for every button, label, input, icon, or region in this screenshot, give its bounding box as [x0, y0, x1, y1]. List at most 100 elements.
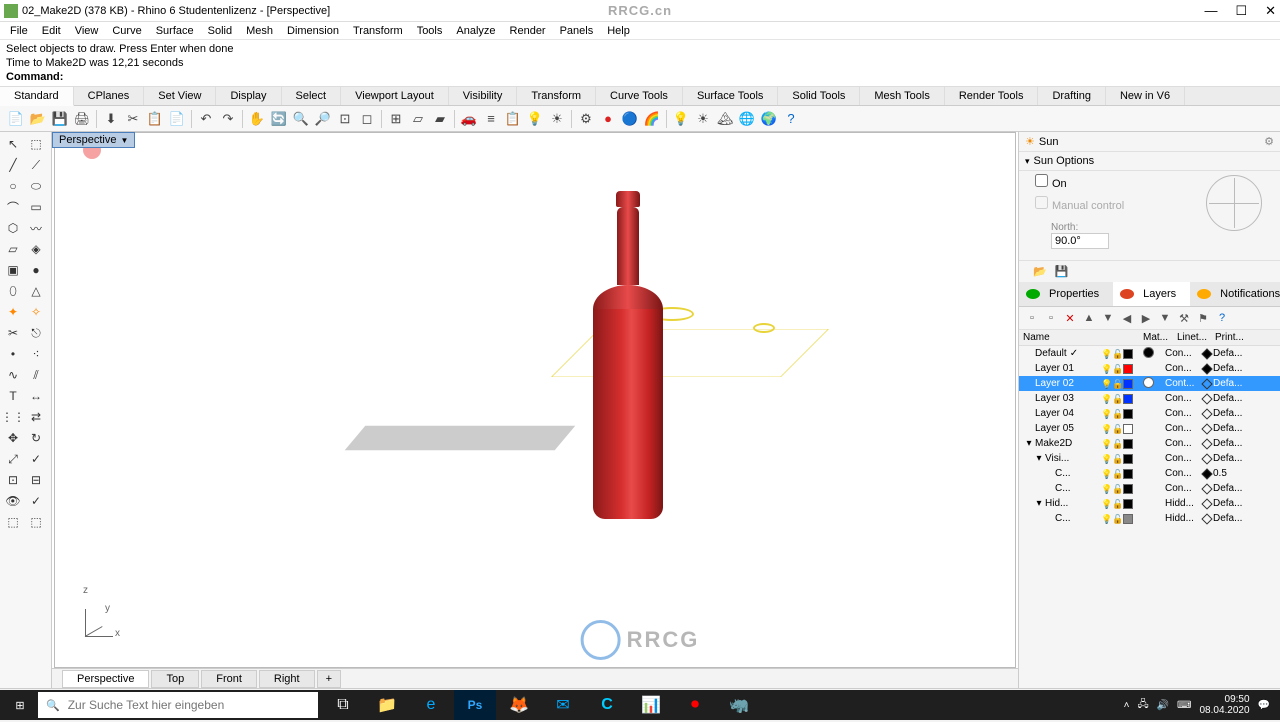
lasso-icon[interactable]: ⬚ — [25, 134, 47, 154]
join-icon[interactable]: ✧ — [25, 302, 47, 322]
polyline-icon[interactable]: ⟋ — [25, 155, 47, 175]
misc2-icon[interactable]: ⬚ — [25, 512, 47, 532]
scale-icon[interactable]: ⤢ — [2, 449, 24, 469]
filter-icon[interactable]: ▼ — [1157, 310, 1173, 326]
layers-icon[interactable]: ≡ — [481, 109, 501, 129]
tab-viewportlayout[interactable]: Viewport Layout — [341, 87, 449, 105]
named-cplane-icon[interactable]: ▰ — [430, 109, 450, 129]
undo-icon[interactable]: ↶ — [196, 109, 216, 129]
sun-header[interactable]: ☀ Sun ⚙ — [1019, 132, 1280, 152]
tray-lang[interactable]: ⌨ — [1177, 700, 1191, 711]
layer-row[interactable]: ▾Make2D💡🔓Con...Defa... — [1019, 436, 1280, 451]
tab-standard[interactable]: Standard — [0, 87, 74, 106]
tween-icon[interactable]: ∿ — [2, 365, 24, 385]
zoom-extents-icon[interactable]: 🔎 — [313, 109, 333, 129]
explode-icon[interactable]: ✦ — [2, 302, 24, 322]
prev-icon[interactable]: ◀ — [1119, 310, 1135, 326]
hide2-icon[interactable]: 👁 — [2, 491, 24, 511]
dimension-icon[interactable]: ↔ — [25, 386, 47, 406]
offset-icon[interactable]: ⫽ — [25, 365, 47, 385]
save-icon[interactable]: 💾 — [50, 109, 70, 129]
menu-edit[interactable]: Edit — [36, 25, 67, 37]
tab-drafting[interactable]: Drafting — [1038, 87, 1106, 105]
pointer-icon[interactable]: ↖ — [2, 134, 24, 154]
tab-display[interactable]: Display — [216, 87, 281, 105]
close-button[interactable]: ✕ — [1265, 3, 1276, 19]
box-icon[interactable]: ▣ — [2, 260, 24, 280]
vtab-add[interactable]: + — [317, 670, 341, 688]
shade-icon[interactable]: 🔵 — [620, 109, 640, 129]
app-c-icon[interactable]: C — [586, 690, 628, 720]
environment-icon[interactable]: 🌐 — [737, 109, 757, 129]
sun-icon[interactable]: ☀ — [693, 109, 713, 129]
menu-help[interactable]: Help — [601, 25, 636, 37]
pan-icon[interactable]: ✋ — [247, 109, 267, 129]
tab-layers[interactable]: Layers — [1113, 282, 1190, 306]
surface-icon[interactable]: ▱ — [2, 239, 24, 259]
help-icon[interactable]: ? — [781, 109, 801, 129]
tab-solidtools[interactable]: Solid Tools — [778, 87, 860, 105]
tab-cplanes[interactable]: CPlanes — [74, 87, 145, 105]
rect-icon[interactable]: ▭ — [25, 197, 47, 217]
rotate2-icon[interactable]: ↻ — [25, 428, 47, 448]
menu-file[interactable]: File — [4, 25, 34, 37]
layer-help-icon[interactable]: ? — [1214, 310, 1230, 326]
line-icon[interactable]: ╱ — [2, 155, 24, 175]
cone-icon[interactable]: △ — [25, 281, 47, 301]
new-layer-icon[interactable]: ▫ — [1024, 310, 1040, 326]
curve-icon[interactable]: 〰 — [25, 218, 47, 238]
tab-transform[interactable]: Transform — [517, 87, 596, 105]
layer-row[interactable]: Default✓💡🔓Con...Defa... — [1019, 346, 1280, 361]
chevron-down-icon[interactable]: ▼ — [120, 136, 128, 145]
menu-analyze[interactable]: Analyze — [450, 25, 501, 37]
copy-icon[interactable]: 📋 — [145, 109, 165, 129]
menu-panels[interactable]: Panels — [554, 25, 600, 37]
layer-row[interactable]: ▾Hid...💡🔓Hidd...Defa... — [1019, 496, 1280, 511]
tab-visibility[interactable]: Visibility — [449, 87, 518, 105]
viewport-canvas[interactable]: z x y — [54, 132, 1016, 668]
record-icon[interactable]: ⏺ — [674, 690, 716, 720]
zoom-icon[interactable]: 🔍 — [291, 109, 311, 129]
render-preview-icon[interactable]: 🌈 — [642, 109, 662, 129]
polygon-icon[interactable]: ⬡ — [2, 218, 24, 238]
vtab-perspective[interactable]: Perspective — [62, 670, 149, 688]
layer-row[interactable]: Layer 05💡🔓Con...Defa... — [1019, 421, 1280, 436]
tab-curvetools[interactable]: Curve Tools — [596, 87, 683, 105]
vtab-top[interactable]: Top — [151, 670, 199, 688]
open-sun-icon[interactable]: 📂 — [1033, 265, 1047, 278]
viewport-tab[interactable]: Perspective▼ — [52, 132, 135, 148]
menu-solid[interactable]: Solid — [202, 25, 238, 37]
point-icon[interactable]: • — [2, 344, 24, 364]
layer-row[interactable]: Layer 01💡🔓Con...Defa... — [1019, 361, 1280, 376]
zoom-window-icon[interactable]: ⊡ — [335, 109, 355, 129]
delete-layer-icon[interactable]: ✕ — [1062, 310, 1078, 326]
sun-options-header[interactable]: ▾ Sun Options — [1019, 152, 1280, 171]
tab-surfacetools[interactable]: Surface Tools — [683, 87, 778, 105]
arc-icon[interactable]: ⌒ — [2, 197, 24, 217]
new-sublayer-icon[interactable]: ▫ — [1043, 310, 1059, 326]
layer-row[interactable]: ▾Visi...💡🔓Con...Defa... — [1019, 451, 1280, 466]
loft-icon[interactable]: ◈ — [25, 239, 47, 259]
menu-transform[interactable]: Transform — [347, 25, 409, 37]
tray-network-icon[interactable]: 🖧 — [1137, 697, 1148, 714]
options-icon[interactable]: ⚙ — [576, 109, 596, 129]
zoom-selected-icon[interactable]: ◻ — [357, 109, 377, 129]
menu-dimension[interactable]: Dimension — [281, 25, 345, 37]
group-icon[interactable]: ⊡ — [2, 470, 24, 490]
menu-tools[interactable]: Tools — [411, 25, 449, 37]
text-icon[interactable]: T — [2, 386, 24, 406]
layer-row[interactable]: C...💡🔓Con...0.5 — [1019, 466, 1280, 481]
import-icon[interactable]: ⬇ — [101, 109, 121, 129]
properties-icon[interactable]: 📋 — [503, 109, 523, 129]
tool2-icon[interactable]: ⚑ — [1195, 310, 1211, 326]
start-button[interactable]: ⊞ — [2, 690, 38, 720]
minimize-button[interactable]: — — [1204, 3, 1217, 19]
edge-icon[interactable]: e — [410, 690, 452, 720]
misc-icon[interactable]: ⬚ — [2, 512, 24, 532]
hide-icon[interactable]: 💡 — [525, 109, 545, 129]
menu-surface[interactable]: Surface — [150, 25, 200, 37]
save-sun-icon[interactable]: 💾 — [1055, 265, 1069, 278]
menu-mesh[interactable]: Mesh — [240, 25, 279, 37]
ungroup-icon[interactable]: ⊟ — [25, 470, 47, 490]
vtab-right[interactable]: Right — [259, 670, 315, 688]
